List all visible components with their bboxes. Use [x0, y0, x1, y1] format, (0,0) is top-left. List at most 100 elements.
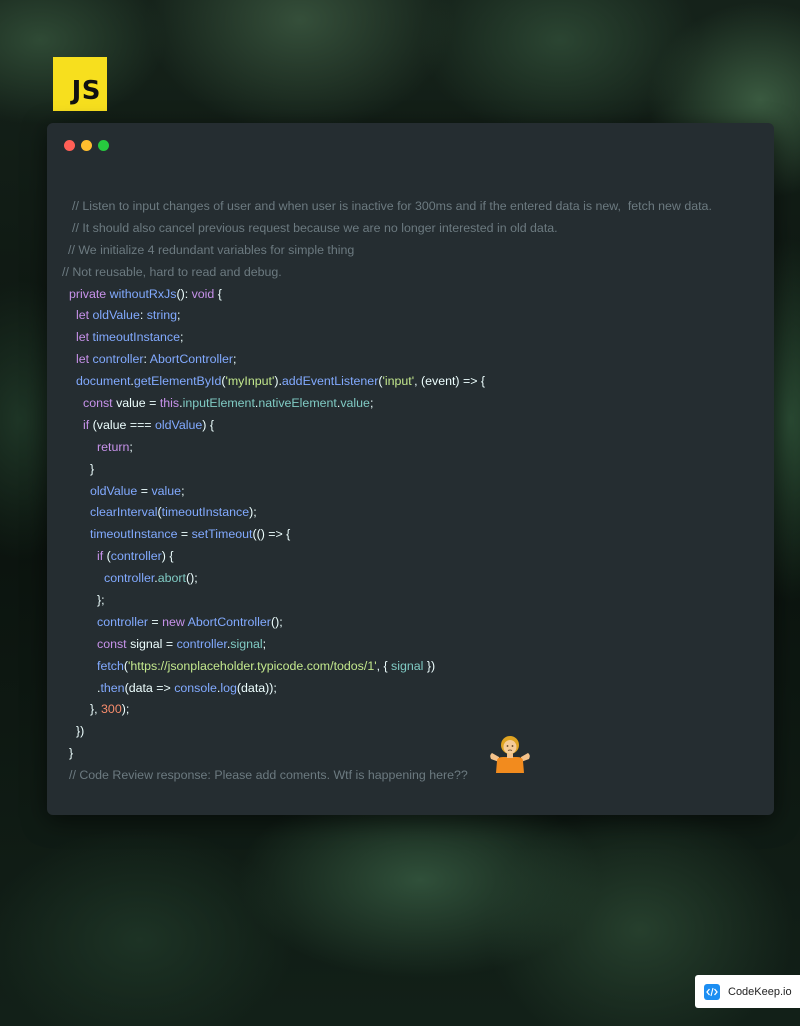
code-block: // Listen to input changes of user and w… [47, 196, 774, 787]
code-line: if (controller) { [47, 546, 774, 568]
code-line: // Not reusable, hard to read and debug. [47, 262, 774, 284]
code-line: timeoutInstance = setTimeout(() => { [47, 524, 774, 546]
code-token-func: controller [176, 636, 227, 651]
code-line: private withoutRxJs(): void { [47, 284, 774, 306]
code-token-plain: ) { [161, 549, 174, 564]
code-token-func: oldValue [92, 308, 140, 323]
code-token-plain: ; [129, 439, 133, 454]
code-token-plain: : [139, 308, 147, 323]
code-line: let oldValue: string; [47, 305, 774, 327]
code-token-plain: ; [369, 396, 374, 411]
code-line: clearInterval(timeoutInstance); [47, 502, 774, 524]
code-token-keyword: const [83, 396, 117, 411]
code-token-prop: inputElement [182, 396, 255, 411]
window-controls [64, 140, 109, 151]
code-token-plain: }; [97, 593, 105, 608]
code-token-prop: nativeElement [258, 396, 337, 411]
code-window: // Listen to input changes of user and w… [47, 123, 774, 815]
code-token-plain: , (event) => { [414, 374, 486, 389]
code-line: } [47, 459, 774, 481]
code-token-string: 'https://jsonplaceholder.typicode.com/to… [128, 658, 377, 673]
close-dot[interactable] [64, 140, 75, 151]
code-line: controller.abort(); [47, 568, 774, 590]
code-line: const signal = controller.signal; [47, 634, 774, 656]
code-line: document.getElementById('myInput').addEv… [47, 371, 774, 393]
code-token-comment: // Code Review response: Please add come… [69, 768, 468, 783]
code-token-plain: (() => { [252, 527, 291, 542]
code-token-plain: }) [423, 658, 436, 673]
code-token-plain: (); [185, 571, 198, 586]
minimize-dot[interactable] [81, 140, 92, 151]
code-token-plain: } [90, 461, 95, 476]
code-token-plain: (): [176, 286, 192, 301]
code-line: const value = this.inputElement.nativeEl… [47, 393, 774, 415]
code-token-plain: { [214, 286, 222, 301]
zoom-dot[interactable] [98, 140, 109, 151]
code-token-plain: ; [180, 330, 184, 345]
code-token-plain: } [69, 746, 74, 761]
code-token-plain: }, [90, 702, 102, 717]
code-token-func: fetch [97, 658, 124, 673]
code-line: }; [47, 590, 774, 612]
code-token-func: clearInterval [90, 505, 158, 520]
code-token-func: withoutRxJs [109, 286, 177, 301]
code-token-keyword: if [97, 549, 107, 564]
code-line: }, 300); [47, 699, 774, 721]
code-token-func: controller [97, 614, 148, 629]
code-line: let controller: AbortController; [47, 349, 774, 371]
code-token-plain: ). [274, 374, 282, 389]
code-line: .then(data => console.log(data)); [47, 678, 774, 700]
code-token-func: addEventListener [281, 374, 379, 389]
code-line: oldValue = value; [47, 481, 774, 503]
code-token-plain: value = [116, 396, 160, 411]
person-shrugging-icon [490, 736, 530, 773]
code-token-keyword: return [97, 439, 130, 454]
code-token-func: console [174, 680, 217, 695]
code-token-plain: ) { [202, 417, 215, 432]
code-token-plain: ); [249, 505, 257, 520]
code-token-func: setTimeout [191, 527, 253, 542]
code-token-keyword: let [76, 308, 93, 323]
code-token-func: getElementById [133, 374, 222, 389]
code-line: let timeoutInstance; [47, 327, 774, 349]
js-logo-text: JS [71, 76, 101, 106]
code-token-prop: abort [157, 571, 186, 586]
code-token-func: value [151, 483, 182, 498]
code-line: // Code Review response: Please add come… [47, 765, 774, 787]
code-token-plain: (data)); [236, 680, 277, 695]
code-token-type: AbortController [149, 352, 234, 367]
code-token-plain: = [147, 614, 163, 629]
code-token-func: controller [110, 549, 162, 564]
code-token-func: timeoutInstance [161, 505, 250, 520]
code-token-keyword: let [76, 330, 93, 345]
code-token-keyword: new [162, 614, 188, 629]
code-icon [704, 983, 720, 1000]
code-token-plain: ; [233, 352, 237, 367]
js-logo: JS [53, 57, 107, 111]
code-token-plain: signal = [130, 636, 177, 651]
code-line: } [47, 743, 774, 765]
code-token-plain: = [137, 483, 152, 498]
code-token-keyword: let [76, 352, 93, 367]
code-token-comment: // We initialize 4 redundant variables f… [68, 242, 355, 257]
code-line: // We initialize 4 redundant variables f… [47, 240, 774, 262]
code-token-number: 300 [101, 702, 122, 717]
code-token-plain: , { [376, 658, 392, 673]
code-token-prop: value [340, 396, 370, 411]
code-token-string: 'input' [382, 374, 415, 389]
code-token-plain: (value === [92, 417, 155, 432]
code-token-plain: (); [270, 614, 283, 629]
code-token-string: 'myInput' [225, 374, 275, 389]
code-token-type: string [146, 308, 178, 323]
codekeep-label: CodeKeep.io [728, 985, 792, 998]
code-line: fetch('https://jsonplaceholder.typicode.… [47, 656, 774, 678]
code-token-func: oldValue [90, 483, 138, 498]
code-token-plain: = [177, 527, 192, 542]
codekeep-badge[interactable]: CodeKeep.io [695, 975, 800, 1008]
code-token-func: then [100, 680, 125, 695]
code-token-func: controller [92, 352, 144, 367]
code-token-keyword: if [83, 417, 93, 432]
code-token-func: log [220, 680, 237, 695]
code-token-plain: (data => [124, 680, 175, 695]
code-token-plain: ; [181, 483, 185, 498]
